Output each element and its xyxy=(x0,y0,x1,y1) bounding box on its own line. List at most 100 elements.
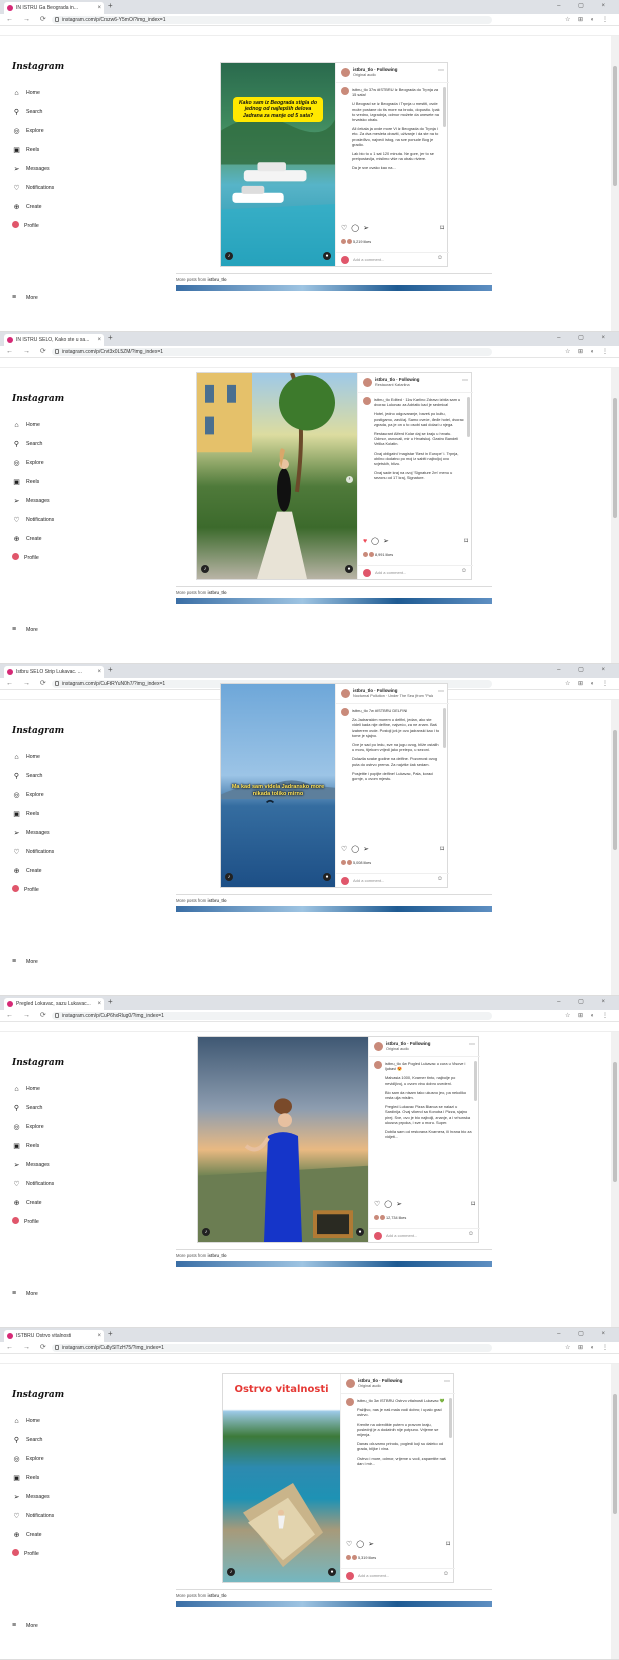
nav-item-create[interactable]: ⊕ Create xyxy=(12,1198,42,1208)
audio-toggle-icon[interactable]: ♪ xyxy=(227,1568,235,1576)
browser-tab[interactable]: IN ISTRU SELO, Kako ste u sa... × xyxy=(4,334,104,346)
nav-item-more[interactable]: ≡ More xyxy=(12,626,38,633)
emoji-icon[interactable]: ☺ xyxy=(443,1571,449,1577)
nav-item-messages[interactable]: ➢ Messages xyxy=(12,828,50,838)
scrollbar-thumb[interactable] xyxy=(613,398,617,518)
instagram-logo[interactable]: Instagram xyxy=(12,62,64,72)
caption-scrollbar[interactable] xyxy=(443,87,446,127)
save-icon[interactable]: ⌑ xyxy=(471,1200,475,1208)
nav-item-notifications[interactable]: ♡ Notifications xyxy=(12,515,54,525)
nav-item-profile[interactable]: Profile xyxy=(12,553,39,563)
caption-scrollbar[interactable] xyxy=(449,1398,452,1438)
caption-avatar[interactable] xyxy=(346,1398,354,1406)
comment-input[interactable]: Add a comment... xyxy=(375,570,406,575)
share-icon[interactable]: ➢ xyxy=(363,225,369,232)
nav-item-reels[interactable]: ▣ Reels xyxy=(12,1473,39,1483)
bookmark-item[interactable]: Vse Vrste Adrean xyxy=(429,33,470,35)
author-avatar[interactable] xyxy=(374,1042,383,1051)
author-username[interactable]: istbru_tlo · Following xyxy=(375,377,419,382)
more-posts-username[interactable]: istbru_tlo xyxy=(207,277,226,282)
scrollbar-thumb[interactable] xyxy=(613,1394,617,1514)
more-posts-username[interactable]: istbru_tlo xyxy=(207,1253,226,1258)
bookmark-item[interactable]: Deskbeaut (Po...) xyxy=(382,1361,423,1363)
more-options-icon[interactable]: ⋯ xyxy=(438,688,444,695)
bookmark-item[interactable]: Restaurant Karolina xyxy=(281,365,327,367)
tagged-users-icon[interactable]: ● xyxy=(323,252,331,260)
bookmark-item[interactable]: Vse Vrste Adrean xyxy=(429,365,470,367)
extension-icons[interactable]: ☆ ⊞ ◐ ⋮ xyxy=(565,16,611,23)
nav-item-home[interactable]: ⌂ Home xyxy=(12,88,39,98)
nav-item-profile[interactable]: Profile xyxy=(12,885,39,895)
nav-item-notifications[interactable]: ♡ Notifications xyxy=(12,183,54,193)
more-options-icon[interactable]: ⋯ xyxy=(469,1041,475,1048)
close-tab-icon[interactable]: × xyxy=(97,666,101,678)
likes-count[interactable]: 12,734 likes xyxy=(374,1215,406,1220)
nav-item-messages[interactable]: ➢ Messages xyxy=(12,1492,50,1502)
tagged-users-icon[interactable]: ● xyxy=(328,1568,336,1576)
bookmark-item[interactable]: Vse Vrste Adrean xyxy=(429,1361,470,1363)
scrollbar-thumb[interactable] xyxy=(613,1062,617,1182)
new-tab-icon[interactable]: + xyxy=(108,1,113,10)
nav-item-create[interactable]: ⊕ Create xyxy=(12,866,42,876)
window-controls[interactable]: – ▢ × xyxy=(557,1330,613,1337)
new-tab-icon[interactable]: + xyxy=(108,997,113,1006)
caption-avatar[interactable] xyxy=(374,1061,382,1069)
more-posts-username[interactable]: istbru_tlo xyxy=(207,590,226,595)
emoji-icon[interactable]: ☺ xyxy=(468,1231,474,1237)
audio-toggle-icon[interactable]: ♪ xyxy=(202,1228,210,1236)
scrollbar-thumb[interactable] xyxy=(613,730,617,850)
back-forward-reload-icon[interactable]: ← → ⟳ xyxy=(6,1343,50,1351)
likes-count[interactable]: 5,319 likes xyxy=(346,1555,376,1560)
close-tab-icon[interactable]: × xyxy=(97,998,101,1010)
bookmark-item[interactable]: IS zvjezdi - g.dao xyxy=(182,33,223,35)
extension-icons[interactable]: ☆ ⊞ ◐ ⋮ xyxy=(565,1344,611,1351)
author-username[interactable]: istbru_tlo · Following xyxy=(386,1041,430,1046)
nav-item-explore[interactable]: ◎ Explore xyxy=(12,1122,43,1132)
bookmark-item[interactable]: Spremni Fotografo xyxy=(332,1029,375,1031)
bookmark-item[interactable]: Tz Hrvatski - Vieste xyxy=(97,365,142,367)
nav-item-profile[interactable]: Profile xyxy=(12,1217,39,1227)
close-tab-icon[interactable]: × xyxy=(97,2,101,14)
nav-item-reels[interactable]: ▣ Reels xyxy=(12,145,39,155)
extension-icons[interactable]: ☆ ⊞ ◐ ⋮ xyxy=(565,348,611,355)
extension-icons[interactable]: ☆ ⊞ ◐ ⋮ xyxy=(565,1012,611,1019)
page-scrollbar[interactable] xyxy=(611,368,619,663)
like-icon[interactable]: ♥ xyxy=(363,538,367,545)
share-icon[interactable]: ➢ xyxy=(383,538,389,545)
nav-item-search[interactable]: ⚲ Search xyxy=(12,439,43,449)
nav-item-search[interactable]: ⚲ Search xyxy=(12,107,43,117)
comment-icon[interactable]: ◯ xyxy=(356,1541,364,1548)
nav-item-profile[interactable]: Profile xyxy=(12,1549,39,1559)
bookmark-item[interactable]: Wikimeteo xyxy=(148,1361,176,1363)
nav-item-profile[interactable]: Profile xyxy=(12,221,39,231)
comment-icon[interactable]: ◯ xyxy=(351,846,359,853)
comment-input[interactable]: Add a comment... xyxy=(358,1573,389,1578)
nav-item-messages[interactable]: ➢ Messages xyxy=(12,496,50,506)
post-audio-label[interactable]: Nocturnal Pollution · Under The Sea (fro… xyxy=(353,694,433,698)
page-scrollbar[interactable] xyxy=(611,36,619,331)
instagram-logo[interactable]: Instagram xyxy=(12,1390,64,1400)
bookmark-item[interactable]: IS zvjezdi - g.dao xyxy=(182,1361,223,1363)
bookmark-item[interactable]: 2019. Croatian Bu... xyxy=(229,1361,275,1363)
post-media[interactable]: ♪ ● xyxy=(198,1037,368,1242)
likes-count[interactable]: 5,219 likes xyxy=(341,239,371,244)
caption-avatar[interactable] xyxy=(341,708,349,716)
caption-scrollbar[interactable] xyxy=(443,708,446,748)
author-avatar[interactable] xyxy=(346,1379,355,1388)
nav-item-more[interactable]: ≡ More xyxy=(12,1290,38,1297)
back-forward-reload-icon[interactable]: ← → ⟳ xyxy=(6,347,50,355)
nav-item-notifications[interactable]: ♡ Notifications xyxy=(12,1511,54,1521)
more-options-icon[interactable]: ⋯ xyxy=(438,67,444,74)
nav-item-create[interactable]: ⊕ Create xyxy=(12,534,42,544)
bookmark-item[interactable]: Vse Vrste Adrean xyxy=(429,1029,470,1031)
caption-avatar[interactable] xyxy=(341,87,349,95)
nav-item-messages[interactable]: ➢ Messages xyxy=(12,1160,50,1170)
comment-input[interactable]: Add a comment... xyxy=(353,257,384,262)
back-forward-reload-icon[interactable]: ← → ⟳ xyxy=(6,1011,50,1019)
author-username[interactable]: istbru_tlo · Following xyxy=(353,688,397,693)
back-forward-reload-icon[interactable]: ← → ⟳ xyxy=(6,15,50,23)
new-tab-icon[interactable]: + xyxy=(108,1329,113,1338)
post-media[interactable]: Ma kad sam videla Jadransko more nikada … xyxy=(221,684,335,887)
nav-item-home[interactable]: ⌂ Home xyxy=(12,1084,39,1094)
bookmark-item[interactable]: 2019. Croatian Bu... xyxy=(229,33,275,35)
